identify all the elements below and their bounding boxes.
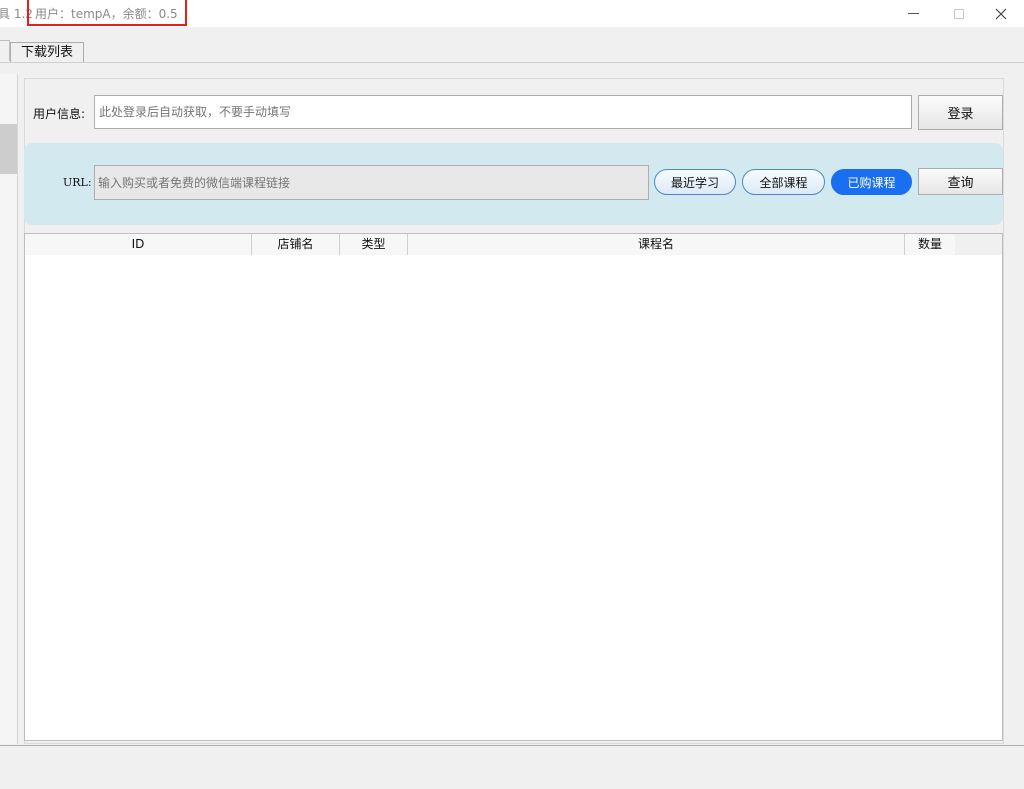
column-header-count[interactable]: 数量 [905,234,955,255]
left-scrollbar-thumb[interactable] [0,124,17,174]
login-button[interactable]: 登录 [918,95,1003,130]
maximize-button[interactable] [936,0,982,27]
minimize-icon [907,13,919,14]
column-header-course[interactable]: 课程名 [408,234,905,255]
url-label: URL: [63,176,92,189]
course-table[interactable]: ID 店铺名 类型 课程名 数量 [24,233,1003,741]
column-header-type[interactable]: 类型 [340,234,408,255]
tab-bar: 下载列表 [0,27,1024,62]
url-input[interactable] [94,165,649,200]
title-bar: 具 1.2 用户：tempA，余额：0.5 [0,0,1024,27]
query-button[interactable]: 查询 [918,168,1003,195]
column-header-filler [955,234,1002,255]
minimize-button[interactable] [890,0,936,27]
tab-download-list[interactable]: 下载列表 [10,42,85,62]
bought-courses-button[interactable]: 已购课程 [831,169,912,195]
table-header: ID 店铺名 类型 课程名 数量 [25,234,1002,255]
title-highlight-box [27,0,187,26]
user-info-label: 用户信息: [33,107,86,121]
all-courses-button[interactable]: 全部课程 [742,169,825,195]
close-button[interactable] [978,0,1024,27]
column-header-id[interactable]: ID [25,234,252,255]
recent-study-button[interactable]: 最近学习 [654,169,736,195]
column-header-shop[interactable]: 店铺名 [252,234,340,255]
user-info-input[interactable] [94,95,912,129]
close-icon [995,8,1007,19]
tab-previous[interactable] [0,40,10,61]
status-bar [0,746,1024,789]
left-scroll-strip [0,74,18,744]
maximize-icon [954,8,964,19]
